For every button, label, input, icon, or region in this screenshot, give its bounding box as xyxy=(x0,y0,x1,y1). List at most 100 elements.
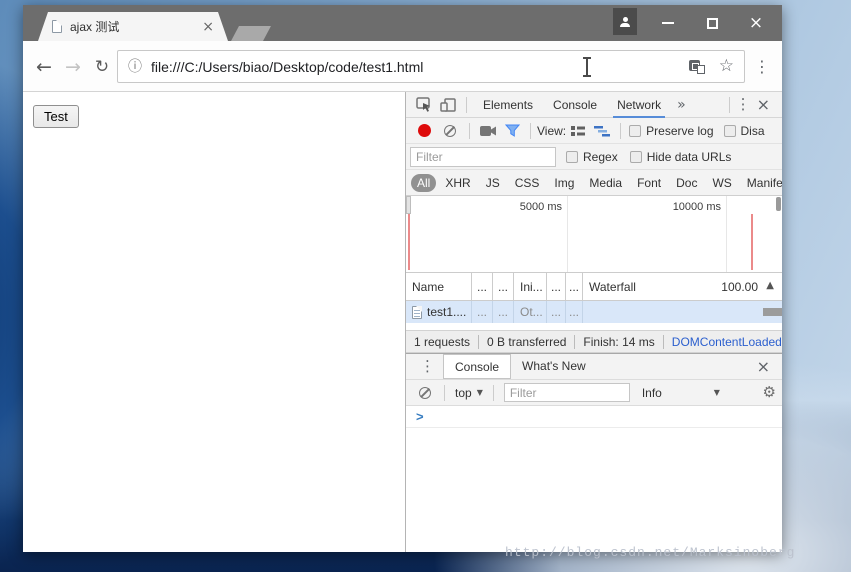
divider xyxy=(469,123,470,139)
overview-handle[interactable] xyxy=(406,196,411,214)
tab-title: ajax 测试 xyxy=(70,18,200,35)
type-filter-manifest[interactable]: Manifest xyxy=(741,174,782,192)
network-overview[interactable]: 5000 ms 10000 ms xyxy=(406,196,782,273)
device-toolbar-button[interactable] xyxy=(436,94,460,116)
divider xyxy=(620,123,621,139)
console-toolbar: top ▼ Info ▼ ⚙ xyxy=(406,380,782,406)
hide-data-urls-checkbox[interactable] xyxy=(630,151,642,163)
log-level-value: Info xyxy=(642,386,662,400)
view-label: View: xyxy=(537,124,566,138)
summary-requests: 1 requests xyxy=(414,335,478,349)
waterfall-scale: 100.00 xyxy=(721,273,758,300)
devtools-menu-button[interactable]: ⋮ xyxy=(736,97,751,112)
capture-screenshots-button[interactable] xyxy=(476,120,500,142)
sort-ascending-icon[interactable]: ▲ xyxy=(766,281,774,291)
load-event-marker xyxy=(751,214,753,270)
new-tab-button[interactable] xyxy=(231,26,271,41)
minimize-button[interactable] xyxy=(655,11,681,35)
request-row[interactable]: test1.... ... ... Ot... ... ... xyxy=(406,301,782,323)
drawer-tab-console[interactable]: Console xyxy=(443,354,511,379)
record-button[interactable] xyxy=(418,124,431,137)
type-filter-ws[interactable]: WS xyxy=(706,174,737,192)
close-window-button[interactable]: × xyxy=(743,11,769,35)
console-settings-gear-icon[interactable]: ⚙ xyxy=(763,385,776,400)
request-cell: ... xyxy=(547,301,566,323)
type-filter-img[interactable]: Img xyxy=(548,174,580,192)
console-filter-input[interactable] xyxy=(504,383,630,402)
tab-close-icon[interactable]: × xyxy=(200,20,216,34)
bookmark-star-icon[interactable]: ☆ xyxy=(719,58,734,75)
regex-checkbox[interactable] xyxy=(566,151,578,163)
tab-elements[interactable]: Elements xyxy=(473,92,543,118)
waterfall-view-icon xyxy=(594,125,610,137)
gridline xyxy=(567,196,568,272)
translate-icon[interactable] xyxy=(689,60,705,74)
document-icon xyxy=(412,306,422,319)
context-selector[interactable]: top ▼ xyxy=(451,386,487,400)
reload-button[interactable]: ↻ xyxy=(89,54,115,80)
disable-cache-checkbox[interactable] xyxy=(724,125,736,137)
waterfall-bar xyxy=(763,308,782,316)
type-filter-xhr[interactable]: XHR xyxy=(439,174,476,192)
titlebar[interactable]: ajax 测试 × × xyxy=(23,5,782,41)
test-button[interactable]: Test xyxy=(33,105,79,128)
drawer-tabbar: ⋮ Console What's New × xyxy=(406,353,782,380)
url-bar[interactable]: ⓘ file:///C:/Users/biao/Desktop/code/tes… xyxy=(117,50,745,83)
inspect-element-button[interactable] xyxy=(412,94,436,116)
browser-tab[interactable]: ajax 测试 × xyxy=(38,12,228,41)
console-prompt-row[interactable]: > xyxy=(406,406,782,428)
preserve-log-checkbox[interactable] xyxy=(629,125,641,137)
request-cell: ... xyxy=(472,301,493,323)
type-filter-font[interactable]: Font xyxy=(631,174,667,192)
type-filter-doc[interactable]: Doc xyxy=(670,174,703,192)
maximize-icon xyxy=(707,18,718,29)
devtools-close-button[interactable]: × xyxy=(751,97,776,113)
url-text[interactable]: file:///C:/Users/biao/Desktop/code/test1… xyxy=(151,59,689,75)
timeline-label-5000: 5000 ms xyxy=(520,201,562,213)
column-name[interactable]: Name xyxy=(406,273,472,300)
column-initiator[interactable]: Ini... xyxy=(514,273,547,300)
type-filter-all[interactable]: All xyxy=(411,174,436,192)
network-filter-input[interactable] xyxy=(410,147,556,167)
web-page: Test xyxy=(23,92,405,552)
request-cell: ... xyxy=(566,301,583,323)
type-filter-js[interactable]: JS xyxy=(480,174,506,192)
more-tabs-icon[interactable]: » xyxy=(671,98,692,112)
drawer-close-button[interactable]: × xyxy=(751,359,776,375)
filter-toggle-button[interactable] xyxy=(500,120,524,142)
overview-scrollbar[interactable] xyxy=(776,197,781,211)
tab-console[interactable]: Console xyxy=(543,92,607,118)
column-dots[interactable]: ... xyxy=(493,273,514,300)
gridline xyxy=(726,196,727,272)
request-name: test1.... xyxy=(427,305,466,319)
list-view-button[interactable] xyxy=(566,120,590,142)
text-cursor-icon xyxy=(586,58,588,76)
column-dots[interactable]: ... xyxy=(547,273,566,300)
preserve-log-label: Preserve log xyxy=(646,124,713,138)
network-summary-bar: 1 requests 0 B transferred Finish: 14 ms… xyxy=(406,330,782,353)
column-dots[interactable]: ... xyxy=(566,273,583,300)
tab-network[interactable]: Network xyxy=(607,92,671,118)
summary-transferred: 0 B transferred xyxy=(478,335,574,349)
drawer-tab-whats-new[interactable]: What's New xyxy=(511,354,597,379)
divider xyxy=(444,385,445,401)
context-selector-value: top xyxy=(455,386,472,400)
profile-button[interactable] xyxy=(613,8,637,35)
console-prompt-icon: > xyxy=(416,409,424,424)
browser-menu-button[interactable]: ⋮ xyxy=(750,54,774,80)
page-info-icon[interactable]: ⓘ xyxy=(128,60,142,74)
maximize-button[interactable] xyxy=(699,11,725,35)
divider xyxy=(729,97,730,113)
waterfall-view-button[interactable] xyxy=(590,120,614,142)
clear-requests-button[interactable] xyxy=(444,125,456,137)
back-button[interactable]: ← xyxy=(31,54,57,80)
clear-console-button[interactable] xyxy=(419,387,431,399)
log-level-selector[interactable]: Info ▼ xyxy=(638,386,724,400)
drawer-menu-button[interactable]: ⋮ xyxy=(412,359,443,374)
column-dots[interactable]: ... xyxy=(472,273,493,300)
type-filter-css[interactable]: CSS xyxy=(509,174,546,192)
console-body[interactable]: > xyxy=(406,406,782,552)
inspect-cursor-icon xyxy=(416,97,432,112)
forward-button[interactable]: → xyxy=(60,54,86,80)
type-filter-media[interactable]: Media xyxy=(583,174,628,192)
